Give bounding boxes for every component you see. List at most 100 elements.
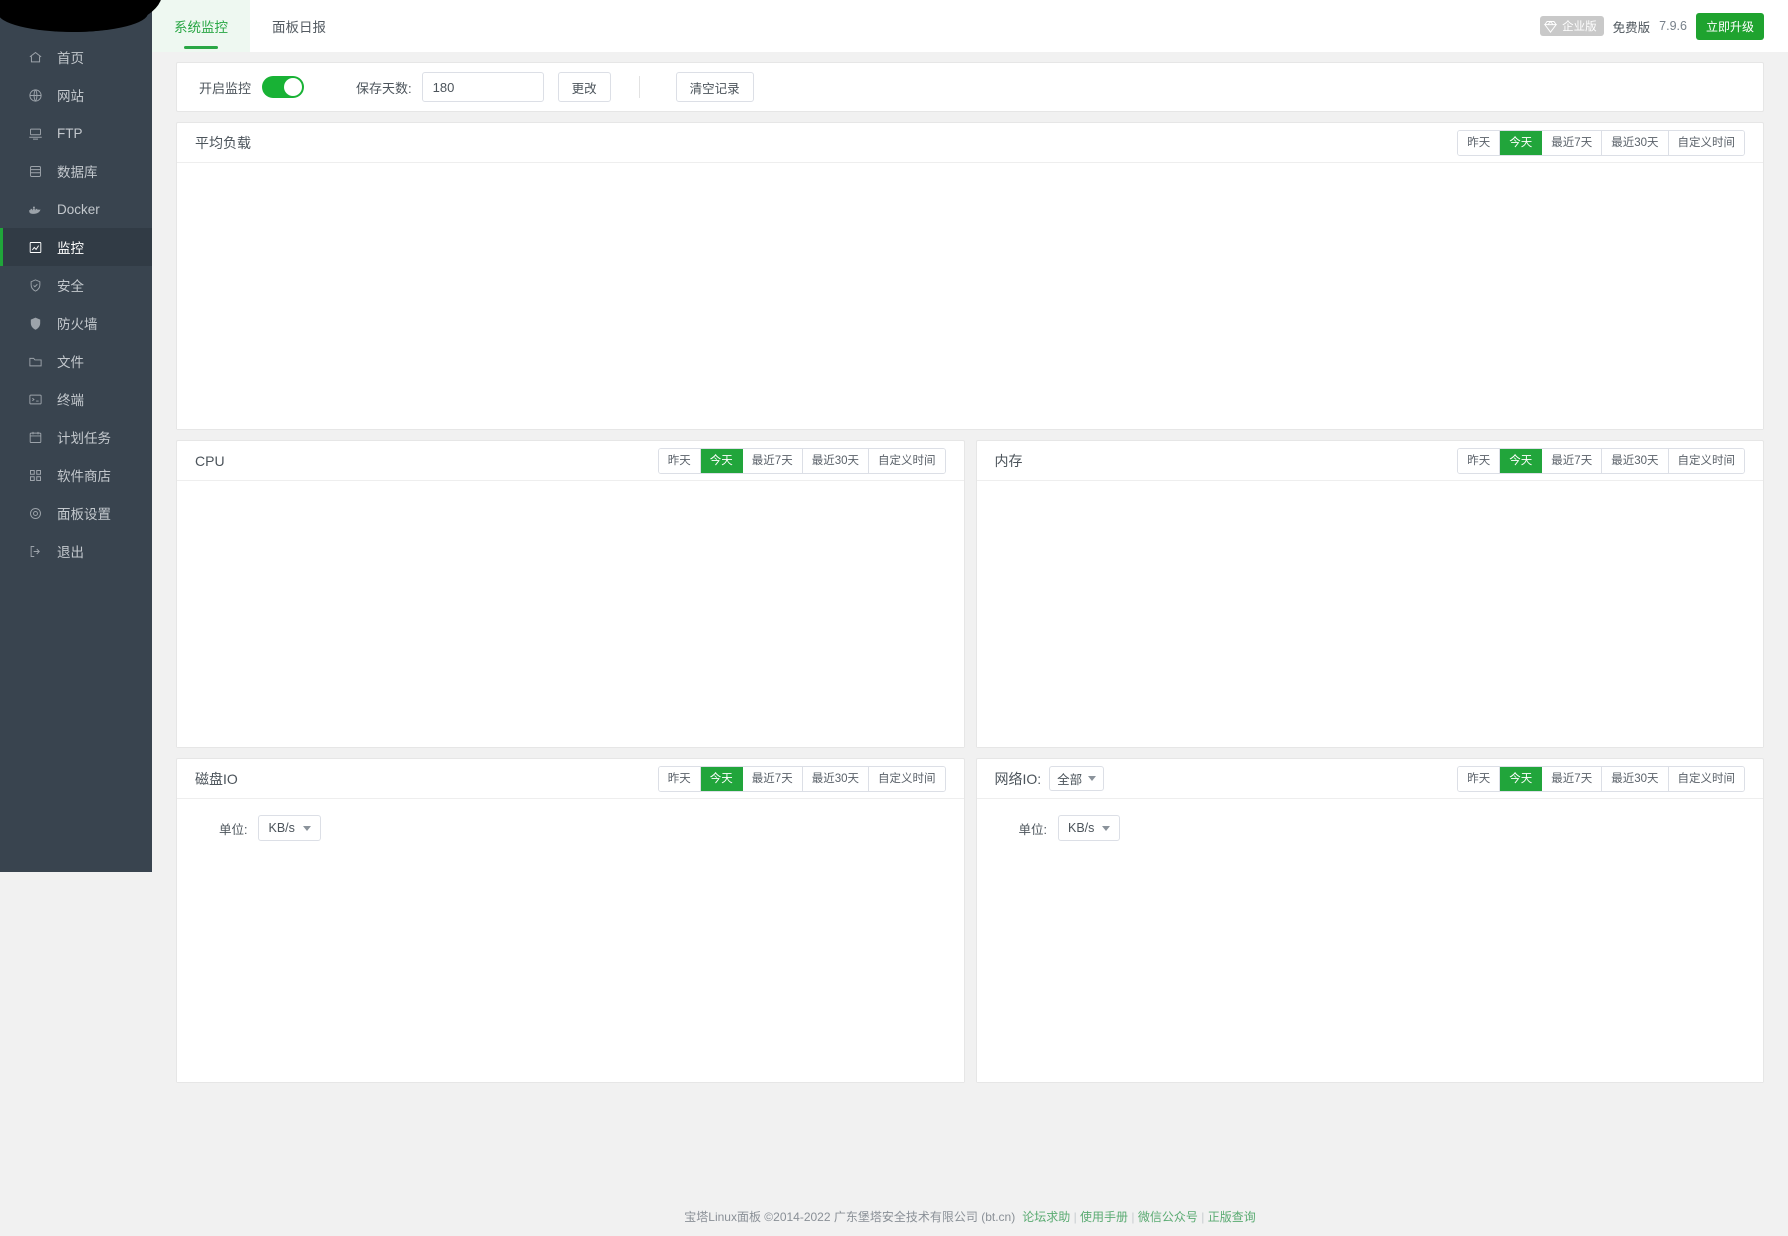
range-disk-2[interactable]: 今天 <box>700 766 743 791</box>
sidebar-item-6[interactable]: 监控 <box>0 228 152 266</box>
sidebar-item-7[interactable]: 安全 <box>0 266 152 304</box>
sidebar-item-14[interactable]: 退出 <box>0 532 152 570</box>
sidebar-item-2[interactable]: 网站 <box>0 76 152 114</box>
sidebar-item-label: Docker <box>57 201 100 217</box>
cpu-chart <box>177 481 964 747</box>
home-icon <box>27 49 44 66</box>
range-cpu-4[interactable]: 最近30天 <box>802 448 869 473</box>
range-cpu-5[interactable]: 自定义时间 <box>869 448 945 473</box>
sidebar-item-11[interactable]: 计划任务 <box>0 418 152 456</box>
disk-io-panel: 磁盘IO 昨天 今天 最近7天 最近30天 自定义时间 单位: KB/s <box>176 758 965 1083</box>
footer-link-4[interactable]: 正版查询 <box>1208 1210 1256 1224</box>
sidebar-item-label: 面板设置 <box>57 507 111 522</box>
docker-icon <box>27 201 44 218</box>
load-average-header: 平均负载 昨天 今天 最近7天 最近30天 自定义时间 <box>177 123 1763 163</box>
range-network-5[interactable]: 自定义时间 <box>1668 766 1744 791</box>
disk-io-range-group: 昨天 今天 最近7天 最近30天 自定义时间 <box>657 765 946 792</box>
network-interface-select[interactable]: 全部 <box>1049 766 1105 791</box>
sidebar-item-12[interactable]: 软件商店 <box>0 456 152 494</box>
range-network-2[interactable]: 今天 <box>1500 766 1543 791</box>
range-memory-5[interactable]: 自定义时间 <box>1668 448 1744 473</box>
cpu-panel: CPU 昨天 今天 最近7天 最近30天 自定义时间 <box>176 440 965 748</box>
upgrade-button[interactable]: 立即升级 <box>1695 12 1764 40</box>
disk-io-unit-label: 单位: <box>219 822 248 837</box>
tabbar: 系统监控 面板日报 企业版 免费版 7.9.6 立即升级 <box>152 0 1788 52</box>
footer-link-3[interactable]: 微信公众号 <box>1138 1210 1198 1224</box>
monitor-toggle-group: 开启监控 <box>199 76 305 98</box>
range-cpu-3[interactable]: 最近7天 <box>742 448 803 473</box>
range-load-1[interactable]: 昨天 <box>1458 130 1501 155</box>
database-icon <box>27 163 44 180</box>
footer-divider: | <box>1201 1209 1205 1224</box>
network-interface-value: 全部 <box>1057 773 1083 787</box>
sidebar-item-label: 防火墙 <box>57 317 98 332</box>
edition-label: 免费版 <box>1612 20 1651 35</box>
network-io-unit-value: KB/s <box>1067 821 1095 835</box>
memory-range-group: 昨天 今天 最近7天 最近30天 自定义时间 <box>1457 447 1745 474</box>
range-memory-4[interactable]: 最近30天 <box>1602 448 1669 473</box>
range-disk-3[interactable]: 最近7天 <box>742 766 803 791</box>
range-load-3[interactable]: 最近7天 <box>1542 130 1603 155</box>
footer-divider: | <box>1131 1209 1135 1224</box>
sidebar-item-5[interactable]: Docker <box>0 190 152 228</box>
range-disk-1[interactable]: 昨天 <box>658 766 701 791</box>
sidebar-item-10[interactable]: 终端 <box>0 380 152 418</box>
disk-io-unit-row: 单位: KB/s <box>177 799 964 841</box>
globe-icon <box>27 87 44 104</box>
main-content: 系统监控 面板日报 企业版 免费版 7.9.6 立即升级 开启监控 保存天数: … <box>152 0 1788 1236</box>
range-memory-2[interactable]: 今天 <box>1500 448 1543 473</box>
monitor-icon <box>27 239 44 256</box>
sidebar-item-label: 软件商店 <box>57 469 111 484</box>
tab-system-monitor-label: 系统监控 <box>174 20 228 35</box>
range-memory-3[interactable]: 最近7天 <box>1542 448 1603 473</box>
clear-records-button[interactable]: 清空记录 <box>675 72 754 102</box>
cpu-range-group: 昨天 今天 最近7天 最近30天 自定义时间 <box>657 447 946 474</box>
tab-panel-report[interactable]: 面板日报 <box>250 0 348 52</box>
grid-icon <box>27 467 44 484</box>
range-load-4[interactable]: 最近30天 <box>1602 130 1669 155</box>
disk-io-unit-select[interactable]: KB/s <box>258 815 321 841</box>
range-load-5[interactable]: 自定义时间 <box>1668 130 1744 155</box>
footer-link-1[interactable]: 论坛求助 <box>1022 1210 1070 1224</box>
sidebar-item-13[interactable]: 面板设置 <box>0 494 152 532</box>
network-io-range-group: 昨天 今天 最近7天 最近30天 自定义时间 <box>1457 765 1745 792</box>
monitor-toggle-switch[interactable] <box>262 76 305 98</box>
range-load-2[interactable]: 今天 <box>1500 130 1543 155</box>
network-io-chart: 单位: KB/s <box>976 799 1763 1082</box>
sidebar-item-1[interactable]: 首页 <box>0 38 152 76</box>
memory-panel: 内存 昨天 今天 最近7天 最近30天 自定义时间 <box>975 440 1764 748</box>
range-cpu-2[interactable]: 今天 <box>700 448 743 473</box>
tab-system-monitor[interactable]: 系统监控 <box>152 0 250 52</box>
range-network-4[interactable]: 最近30天 <box>1602 766 1669 791</box>
save-days-label: 保存天数: <box>356 80 412 96</box>
sidebar-item-label: 退出 <box>57 545 84 560</box>
monitor-toggle-label: 开启监控 <box>199 80 252 96</box>
sidebar-item-label: 监控 <box>57 241 84 256</box>
control-divider <box>638 76 640 98</box>
save-days-input[interactable] <box>421 72 544 102</box>
footer: 宝塔Linux面板 ©2014-2022 广东堡塔安全技术有限公司 (bt.cn… <box>152 1196 1788 1236</box>
sidebar-item-label: 文件 <box>57 355 84 370</box>
tab-panel-report-label: 面板日报 <box>272 20 326 35</box>
sidebar-item-9[interactable]: 文件 <box>0 342 152 380</box>
sidebar-item-4[interactable]: 数据库 <box>0 152 152 190</box>
enterprise-badge[interactable]: 企业版 <box>1540 16 1604 36</box>
network-io-unit-select[interactable]: KB/s <box>1057 815 1121 841</box>
range-network-1[interactable]: 昨天 <box>1458 766 1501 791</box>
footer-link-2[interactable]: 使用手册 <box>1080 1210 1128 1224</box>
footer-copyright: 宝塔Linux面板 ©2014-2022 广东堡塔安全技术有限公司 (bt.cn… <box>684 1209 1016 1224</box>
sidebar-item-8[interactable]: 防火墙 <box>0 304 152 342</box>
range-cpu-1[interactable]: 昨天 <box>658 448 701 473</box>
range-disk-5[interactable]: 自定义时间 <box>869 766 945 791</box>
network-io-title-row: 网络IO: 全部 <box>995 766 1105 791</box>
shield-check-icon <box>27 277 44 294</box>
range-memory-1[interactable]: 昨天 <box>1458 448 1501 473</box>
range-disk-4[interactable]: 最近30天 <box>802 766 869 791</box>
ftp-icon <box>27 125 44 142</box>
range-network-3[interactable]: 最近7天 <box>1542 766 1603 791</box>
change-days-button[interactable]: 更改 <box>557 72 611 102</box>
sidebar-item-3[interactable]: FTP <box>0 114 152 152</box>
load-average-title: 平均负载 <box>195 134 251 151</box>
sidebar-item-label: 终端 <box>57 393 84 408</box>
folder-icon <box>27 353 44 370</box>
